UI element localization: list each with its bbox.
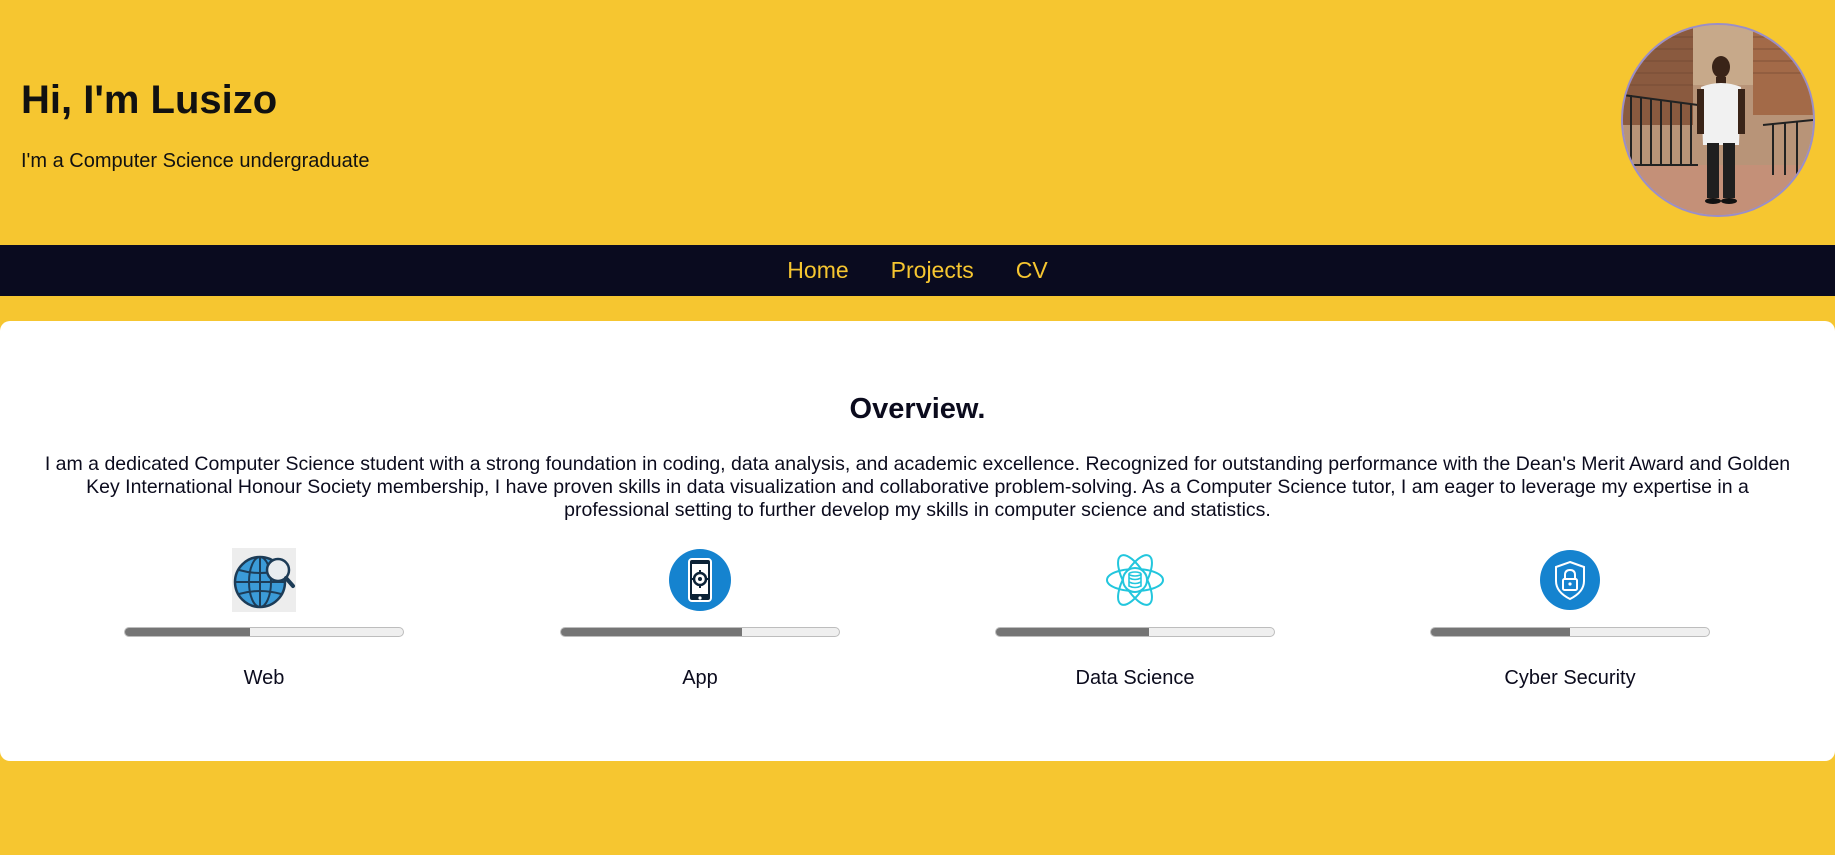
skill-progress-bar: [995, 627, 1275, 637]
avatar-photo: [1623, 25, 1813, 215]
skill-progress-fill: [996, 628, 1149, 636]
skill-data-science: Data Science: [995, 546, 1275, 706]
skill-label: Web: [243, 667, 285, 689]
hero-subtitle: I'm a Computer Science undergraduate: [21, 150, 370, 172]
nav-link-home[interactable]: Home: [787, 245, 848, 296]
skill-web: Web: [124, 546, 404, 706]
main-nav: Home Projects CV: [0, 245, 1835, 296]
mobile-app-icon: [668, 548, 732, 612]
skill-progress-bar: [124, 627, 404, 637]
skills-list: Web App Data Science Cyber Security: [0, 546, 1835, 706]
overview-card: Overview. I am a dedicated Computer Scie…: [0, 321, 1835, 761]
nav-link-cv[interactable]: CV: [1016, 245, 1048, 296]
header: Hi, I'm Lusizo I'm a Computer Science un…: [0, 0, 1835, 245]
skill-progress-fill: [125, 628, 251, 636]
skill-progress-fill: [1431, 628, 1570, 636]
shield-lock-icon: [1538, 548, 1602, 612]
overview-text: I am a dedicated Computer Science studen…: [44, 453, 1791, 521]
skill-cyber-security: Cyber Security: [1430, 546, 1710, 706]
skill-app: App: [560, 546, 840, 706]
skill-label: Data Science: [1075, 667, 1195, 689]
atom-database-icon: [1103, 548, 1167, 612]
nav-link-projects[interactable]: Projects: [891, 245, 974, 296]
hero-title: Hi, I'm Lusizo: [21, 78, 278, 122]
skill-label: App: [682, 667, 718, 689]
globe-search-icon: [232, 548, 296, 612]
skill-progress-bar: [560, 627, 840, 637]
skill-progress-fill: [561, 628, 742, 636]
avatar: [1621, 23, 1815, 217]
skill-progress-bar: [1430, 627, 1710, 637]
skill-label: Cyber Security: [1504, 667, 1636, 689]
overview-title: Overview.: [849, 393, 986, 425]
